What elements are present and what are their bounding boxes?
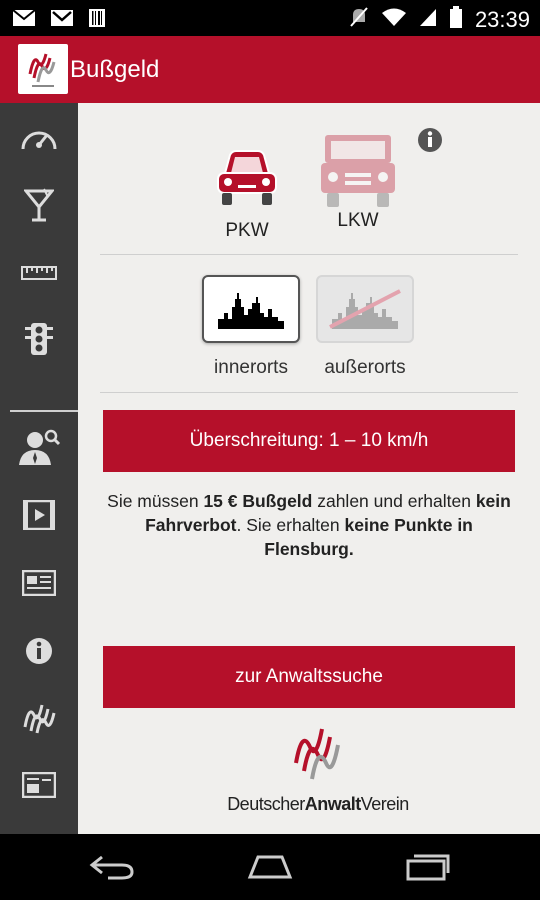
mute-icon: [349, 6, 369, 33]
clock: 23:39: [474, 6, 530, 32]
divider: [100, 392, 518, 393]
dav-wordmark: DeutscherAnwaltVerein: [227, 794, 409, 814]
speed-exceeding-selector[interactable]: Überschreitung: 1 – 10 km/h: [103, 410, 515, 472]
traffic-light-icon[interactable]: [0, 309, 78, 369]
mail-icon: [12, 9, 36, 32]
wifi-icon: [381, 7, 407, 32]
gmail-icon: [50, 9, 74, 32]
battery-icon: [449, 6, 463, 33]
dav-icon[interactable]: [0, 687, 78, 747]
innerorts-label: innerorts: [214, 357, 288, 378]
status-bar: 23:39: [0, 0, 540, 36]
dav-logo[interactable]: [18, 44, 68, 94]
sidebar-divider: [10, 410, 78, 412]
vehicle-lkw-option[interactable]: LKW: [318, 133, 398, 232]
result-text: Sie müssen 15 € Bußgeld zahlen und erhal…: [107, 491, 511, 559]
lawyer-search-button[interactable]: zur Anwaltssuche: [103, 646, 515, 708]
truck-icon: [321, 135, 395, 207]
cocktail-icon[interactable]: [0, 175, 78, 235]
video-icon[interactable]: [0, 485, 78, 545]
barcode-icon: [88, 8, 106, 33]
speedometer-icon[interactable]: [0, 107, 78, 167]
zone-ausserorts-option[interactable]: außerorts: [316, 275, 414, 379]
ruler-icon[interactable]: [0, 243, 78, 303]
lkw-label: LKW: [337, 210, 379, 231]
signal-icon: [419, 7, 437, 32]
city-skyline-icon: [218, 293, 284, 329]
lawyer-search-icon[interactable]: [0, 417, 78, 477]
sidebar: [0, 103, 78, 834]
app-bar: Bußgeld: [0, 36, 540, 103]
main-content: PKW LKW innerorts außerorts Überschreitu…: [78, 103, 540, 834]
ausserorts-label: außerorts: [324, 357, 406, 378]
car-icon: [217, 150, 277, 205]
pkw-label: PKW: [225, 220, 269, 241]
help-info-icon[interactable]: [417, 127, 443, 158]
back-icon[interactable]: [82, 848, 142, 886]
vehicle-pkw-option[interactable]: PKW: [212, 147, 282, 242]
dav-wave-icon: [294, 728, 340, 780]
divider: [100, 254, 518, 255]
dav-brand-logo: DeutscherAnwaltVerein: [208, 723, 428, 815]
page-title: Bußgeld: [70, 56, 160, 83]
home-icon[interactable]: [240, 848, 300, 886]
zone-innerorts-option[interactable]: innerorts: [202, 275, 300, 379]
card-icon[interactable]: [0, 755, 78, 815]
recents-icon[interactable]: [398, 848, 458, 886]
news-icon[interactable]: [0, 553, 78, 613]
info-icon[interactable]: [0, 621, 78, 681]
nav-bar: [0, 834, 540, 900]
city-crossed-icon: [329, 289, 401, 329]
